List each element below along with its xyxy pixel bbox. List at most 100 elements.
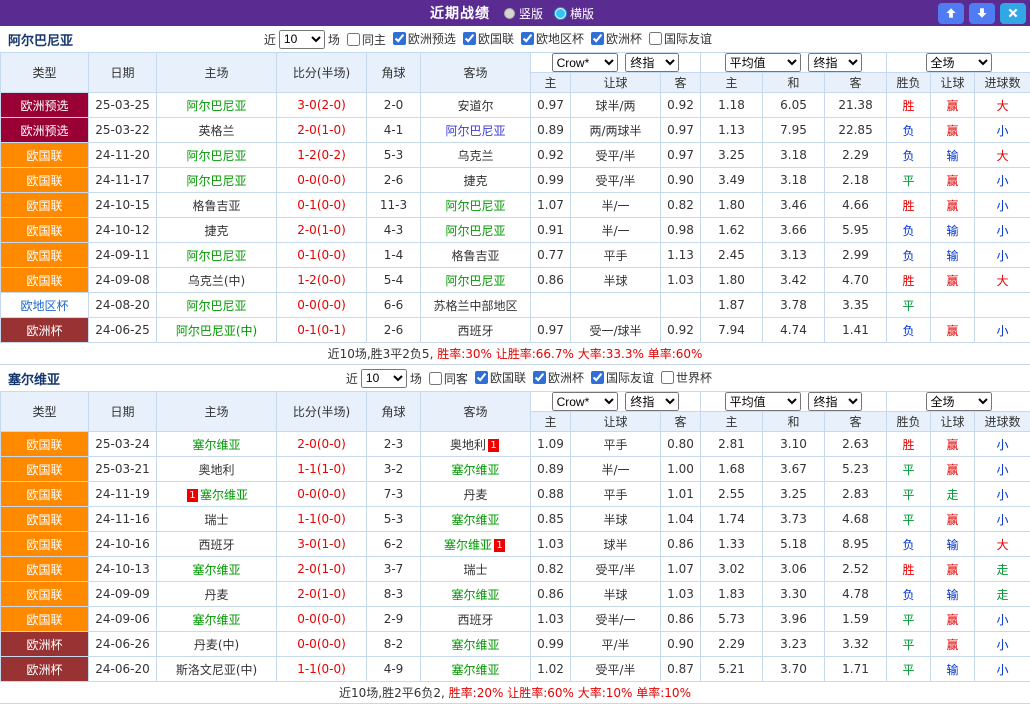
result-goals: 小: [975, 457, 1030, 482]
competition-filter[interactable]: 国际友谊: [591, 369, 654, 386]
competition-checkbox[interactable]: [393, 32, 406, 45]
handicap-home-odds: 1.07: [531, 193, 571, 218]
handicap-line: 平手: [571, 243, 661, 268]
same-venue-checkbox[interactable]: [347, 33, 360, 46]
match-type: 欧国联: [1, 507, 89, 532]
move-down-button[interactable]: [969, 3, 995, 24]
team-name[interactable]: 塞尔维亚: [451, 663, 499, 677]
home-team-cell: 阿尔巴尼亚: [157, 168, 277, 193]
team-name[interactable]: 阿尔巴尼亚: [186, 174, 246, 188]
avg-away-odds: 5.95: [825, 218, 887, 243]
home-team-cell: 塞尔维亚: [157, 432, 277, 457]
team-name[interactable]: 塞尔维亚: [451, 588, 499, 602]
match-type: 欧国联: [1, 432, 89, 457]
fulltime-select[interactable]: 全场: [926, 392, 992, 411]
competition-checkbox[interactable]: [463, 32, 476, 45]
competition-checkbox[interactable]: [521, 32, 534, 45]
team-name: 西班牙: [457, 324, 493, 338]
avg-home-odds: 3.49: [701, 168, 763, 193]
competition-checkbox[interactable]: [591, 371, 604, 384]
team-name[interactable]: 阿尔巴尼亚: [445, 274, 505, 288]
competition-filter[interactable]: 欧洲预选: [393, 30, 456, 47]
handicap-away-odds: 1.04: [661, 507, 701, 532]
corner-score: 5-3: [367, 507, 421, 532]
col-result-goals: 进球数: [975, 73, 1030, 93]
handicap-final-select[interactable]: 终指: [625, 53, 679, 72]
avg-odds-select[interactable]: 平均值: [725, 53, 801, 72]
result-goals: 小: [975, 657, 1030, 682]
team-name[interactable]: 阿尔巴尼亚: [445, 199, 505, 213]
avg-home-odds: 1.33: [701, 532, 763, 557]
match-type: 欧国联: [1, 557, 89, 582]
odds-provider-select[interactable]: Crow*: [552, 53, 618, 72]
match-row: 欧国联24-11-16瑞士1-1(0-0)5-3塞尔维亚0.85半球1.041.…: [1, 507, 1030, 532]
odds-provider-select[interactable]: Crow*: [552, 392, 618, 411]
same-venue-filter[interactable]: 同客: [429, 370, 468, 387]
result-goals: 走: [975, 557, 1030, 582]
summary-segment: 单率:60%: [648, 347, 703, 361]
competition-filter[interactable]: 欧国联: [463, 30, 514, 47]
recent-count-select[interactable]: 10: [361, 369, 407, 388]
handicap-line: 半球: [571, 582, 661, 607]
team-name[interactable]: 阿尔巴尼亚: [186, 249, 246, 263]
avg-home-odds: 3.02: [701, 557, 763, 582]
home-team-cell: 阿尔巴尼亚: [157, 293, 277, 318]
team-name[interactable]: 阿尔巴尼亚: [186, 99, 246, 113]
radio-horizontal-layout[interactable]: 横版: [555, 5, 594, 22]
team-name[interactable]: 塞尔维亚: [451, 463, 499, 477]
same-venue-filter[interactable]: 同主: [347, 31, 386, 48]
team-name[interactable]: 阿尔巴尼亚: [445, 224, 505, 238]
result-goals: 小: [975, 118, 1030, 143]
competition-filter[interactable]: 欧洲杯: [533, 369, 584, 386]
match-score: 0-1(0-1): [277, 318, 367, 343]
match-score: 1-1(0-0): [277, 657, 367, 682]
team-name: 斯洛文尼亚(中): [176, 663, 257, 677]
handicap-final-select[interactable]: 终指: [625, 392, 679, 411]
recent-count-select[interactable]: 10: [279, 30, 325, 49]
competition-checkbox[interactable]: [533, 371, 546, 384]
fulltime-select[interactable]: 全场: [926, 53, 992, 72]
team-name[interactable]: 塞尔维亚: [192, 438, 240, 452]
result-handicap: 输: [931, 143, 975, 168]
competition-filter[interactable]: 欧国联: [475, 369, 526, 386]
avg-away-odds: 1.59: [825, 607, 887, 632]
team-name[interactable]: 塞尔维亚: [200, 488, 248, 502]
close-button[interactable]: [1000, 3, 1026, 24]
avg-odds-select[interactable]: 平均值: [725, 392, 801, 411]
same-venue-checkbox[interactable]: [429, 372, 442, 385]
team-name[interactable]: 阿尔巴尼亚: [186, 299, 246, 313]
team-name[interactable]: 阿尔巴尼亚(中): [176, 324, 257, 338]
competition-filter[interactable]: 国际友谊: [649, 30, 712, 47]
competition-filter[interactable]: 欧地区杯: [521, 30, 584, 47]
competition-filter[interactable]: 欧洲杯: [591, 30, 642, 47]
handicap-home-odds: 0.89: [531, 457, 571, 482]
games-label: 场: [410, 370, 422, 387]
match-type: 欧国联: [1, 168, 89, 193]
result-handicap: 赢: [931, 457, 975, 482]
competition-checkbox[interactable]: [661, 371, 674, 384]
team-name[interactable]: 塞尔维亚: [451, 638, 499, 652]
match-date: 24-11-16: [89, 507, 157, 532]
team-name[interactable]: 阿尔巴尼亚: [445, 124, 505, 138]
match-row: 欧国联24-10-13塞尔维亚2-0(1-0)3-7瑞士0.82受平/半1.07…: [1, 557, 1030, 582]
home-team-cell: 丹麦(中): [157, 632, 277, 657]
competition-checkbox[interactable]: [649, 32, 662, 45]
team-name[interactable]: 塞尔维亚: [444, 538, 492, 552]
home-team-cell: 丹麦: [157, 582, 277, 607]
result-handicap: 赢: [931, 318, 975, 343]
competition-checkbox[interactable]: [591, 32, 604, 45]
team-name[interactable]: 塞尔维亚: [192, 563, 240, 577]
radio-vertical-layout[interactable]: 竖版: [504, 5, 543, 22]
competition-checkbox[interactable]: [475, 371, 488, 384]
move-up-button[interactable]: [938, 3, 964, 24]
col-handicap-away: 客: [661, 412, 701, 432]
match-score: 0-0(0-0): [277, 482, 367, 507]
avg-final-select[interactable]: 终指: [808, 53, 862, 72]
team-name[interactable]: 塞尔维亚: [451, 513, 499, 527]
competition-filter[interactable]: 世界杯: [661, 369, 712, 386]
team-name[interactable]: 阿尔巴尼亚: [186, 149, 246, 163]
col-result-goals: 进球数: [975, 412, 1030, 432]
team-name[interactable]: 塞尔维亚: [192, 613, 240, 627]
summary-segment: 单率:10%: [636, 686, 691, 700]
avg-final-select[interactable]: 终指: [808, 392, 862, 411]
